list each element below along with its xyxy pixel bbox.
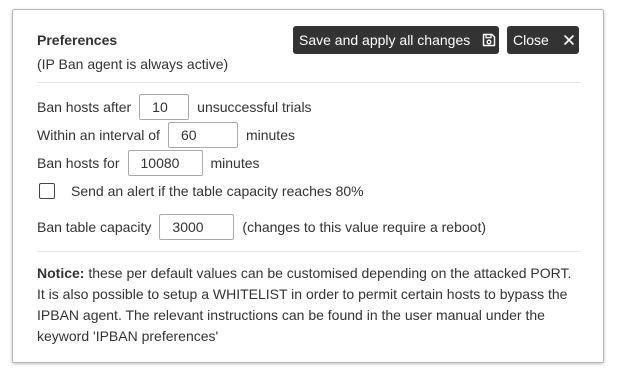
interval-input[interactable] [167,122,238,148]
save-apply-label: Save and apply all changes [299,32,471,48]
capacity-row: Ban table capacity (changes to this valu… [37,214,486,240]
interval-row: Within an interval of minutes [37,122,295,148]
ban-for-input[interactable] [127,150,203,176]
ban-for-suffix: minutes [210,155,260,171]
ban-after-input[interactable] [139,94,190,120]
capacity-suffix: (changes to this value require a reboot) [242,219,486,235]
capacity-input[interactable] [159,214,235,240]
close-button[interactable]: Close [507,26,579,54]
floppy-disk-icon [482,33,496,47]
ban-after-label: Ban hosts after [37,99,132,115]
header-divider [37,82,581,83]
panel-subtitle: (IP Ban agent is always active) [37,56,229,72]
ban-for-label: Ban hosts for [37,155,120,171]
panel-title: Preferences [37,32,118,48]
ban-for-row: Ban hosts for minutes [37,150,260,176]
interval-label: Within an interval of [37,127,160,143]
capacity-label: Ban table capacity [37,219,152,235]
close-label: Close [513,32,549,48]
close-x-icon [563,34,575,46]
save-apply-button[interactable]: Save and apply all changes [293,26,499,54]
ban-after-row: Ban hosts after unsuccessful trials [37,94,312,120]
ban-after-suffix: unsuccessful trials [197,99,312,115]
preferences-panel: Preferences (IP Ban agent is always acti… [12,9,604,363]
alert-checkbox[interactable] [39,183,55,199]
alert-row: Send an alert if the table capacity reac… [37,178,364,204]
alert-label: Send an alert if the table capacity reac… [71,183,364,199]
notice-text: Notice: these per default values can be … [37,263,583,347]
notice-body: these per default values can be customis… [37,265,572,344]
interval-suffix: minutes [245,127,295,143]
notice-divider [37,251,581,252]
notice-heading: Notice: [37,265,85,281]
